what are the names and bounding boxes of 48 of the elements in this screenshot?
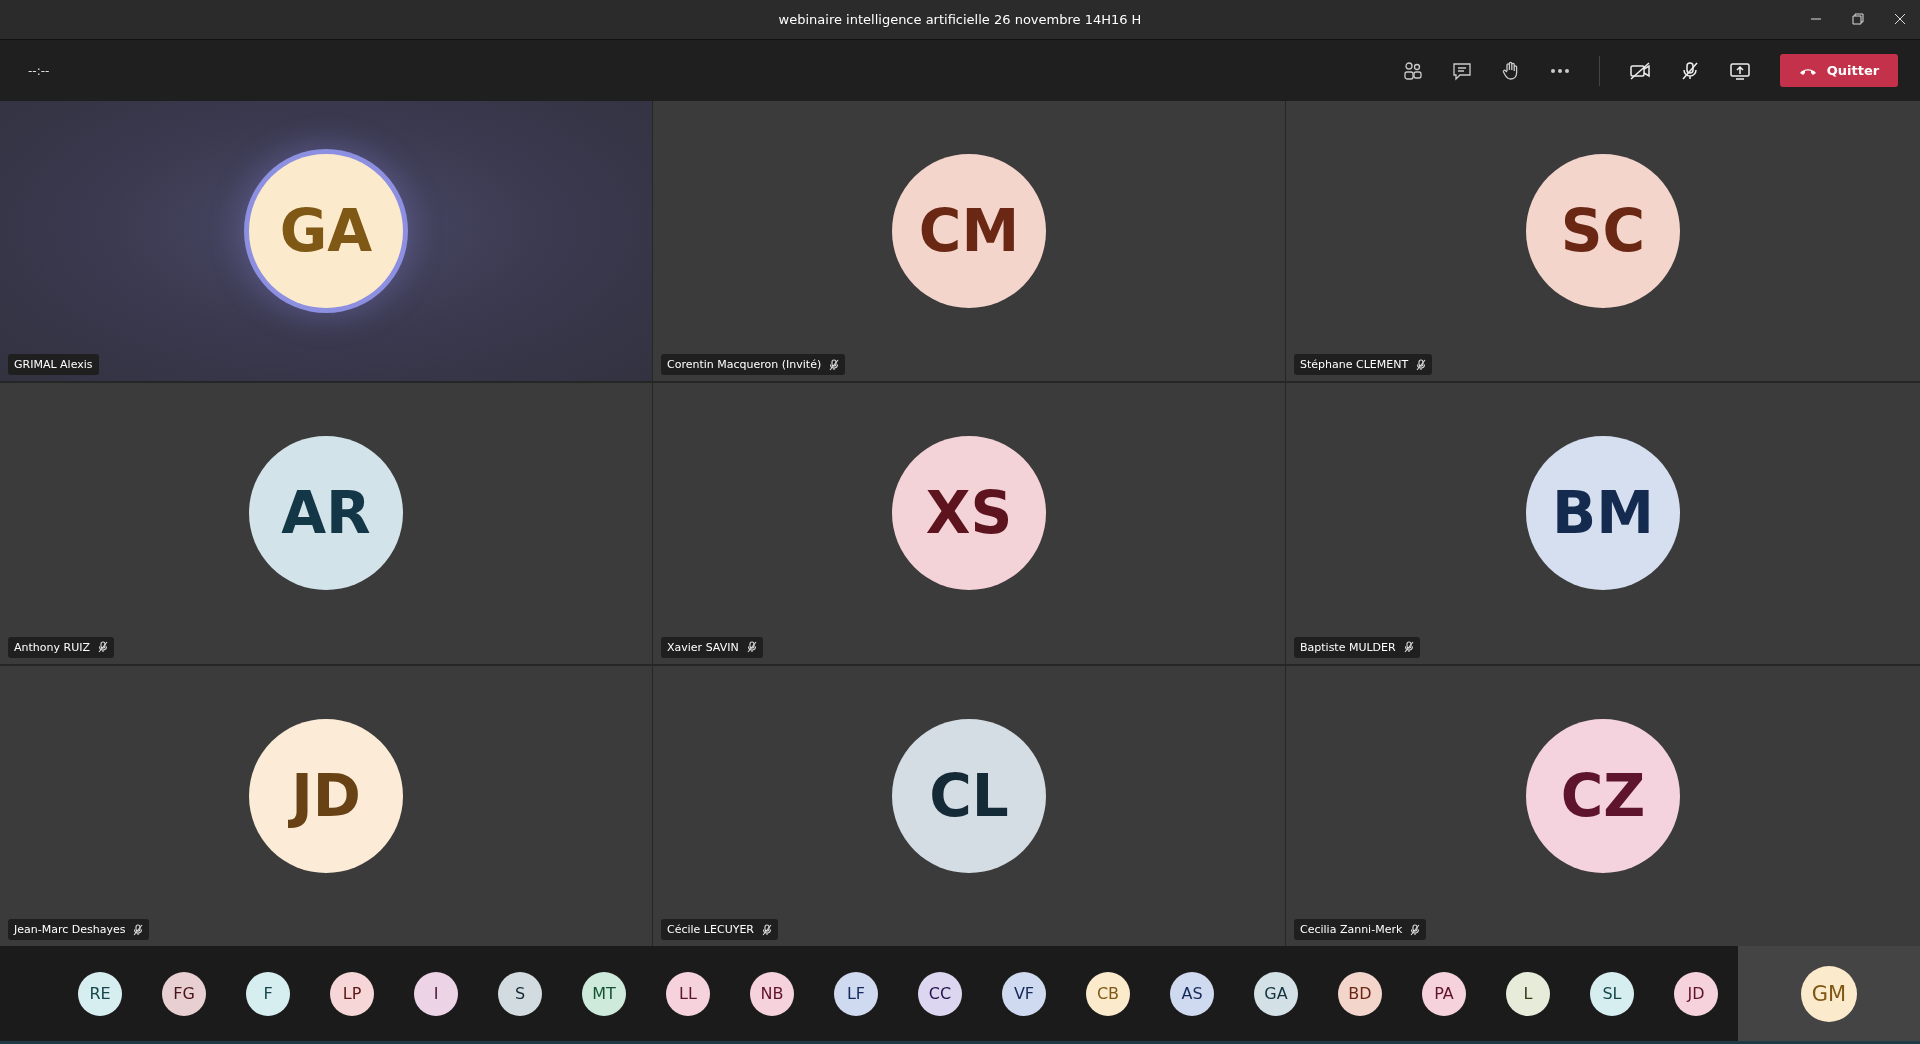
camera-off-icon[interactable] xyxy=(1629,60,1651,81)
participant-name: Baptiste MULDER xyxy=(1300,640,1396,654)
close-icon[interactable] xyxy=(1894,13,1906,25)
avatar[interactable]: FG xyxy=(162,971,206,1016)
avatar[interactable]: MT xyxy=(582,971,626,1016)
share-screen-icon[interactable] xyxy=(1729,60,1751,81)
avatar[interactable]: LP xyxy=(330,971,374,1016)
avatar: CL xyxy=(892,718,1046,873)
chat-icon[interactable] xyxy=(1452,60,1472,81)
mic-off-icon[interactable] xyxy=(1680,60,1700,81)
avatar[interactable]: LL xyxy=(666,971,710,1016)
avatar[interactable]: CB xyxy=(1086,971,1130,1016)
restore-icon[interactable] xyxy=(1852,13,1864,25)
avatar[interactable]: RE xyxy=(78,971,122,1016)
participant-name: Cécile LECUYER xyxy=(667,923,754,936)
avatar[interactable]: SL xyxy=(1590,971,1634,1016)
avatar[interactable]: BD xyxy=(1338,971,1382,1016)
avatar[interactable]: I xyxy=(414,971,458,1016)
avatar[interactable]: AS xyxy=(1170,971,1214,1016)
avatar[interactable]: PA xyxy=(1422,971,1466,1016)
avatar[interactable]: NB xyxy=(750,971,794,1016)
call-timer: --:-- xyxy=(28,63,50,78)
leave-button[interactable]: Quitter xyxy=(1780,54,1898,87)
participant-name: Stéphane CLEMENT xyxy=(1300,358,1409,372)
avatar: CZ xyxy=(1526,718,1680,873)
avatar[interactable]: JD xyxy=(1674,971,1718,1016)
window-title: webinaire intelligence artificielle 26 novembre 14H16 H xyxy=(778,12,1142,27)
avatar[interactable]: F xyxy=(246,971,290,1016)
participant-name: Cecilia Zanni-Merk xyxy=(1300,923,1403,936)
avatar[interactable]: GA xyxy=(1254,971,1298,1016)
avatar: BM xyxy=(1526,436,1680,591)
avatar: JD xyxy=(249,718,403,873)
participant-name: GRIMAL Alexis xyxy=(14,358,93,372)
avatar[interactable]: L xyxy=(1506,971,1550,1016)
avatar: SC xyxy=(1526,154,1680,309)
avatar[interactable]: CC xyxy=(918,971,962,1016)
avatar[interactable]: VF xyxy=(1002,971,1046,1016)
avatar[interactable]: S xyxy=(498,971,542,1016)
participant-name: Corentin Macqueron (Invité) xyxy=(667,358,822,372)
participant-name: Anthony RUIZ xyxy=(14,640,90,654)
avatar: CM xyxy=(892,154,1046,309)
participant-name: Jean-Marc Deshayes xyxy=(14,923,126,936)
avatar: AR xyxy=(249,436,403,591)
participant-name: Xavier SAVIN xyxy=(667,640,739,654)
participants-icon[interactable] xyxy=(1403,60,1423,81)
avatar: XS xyxy=(892,436,1046,591)
avatar[interactable]: LF xyxy=(834,971,878,1016)
avatar: GM xyxy=(1801,965,1857,1022)
